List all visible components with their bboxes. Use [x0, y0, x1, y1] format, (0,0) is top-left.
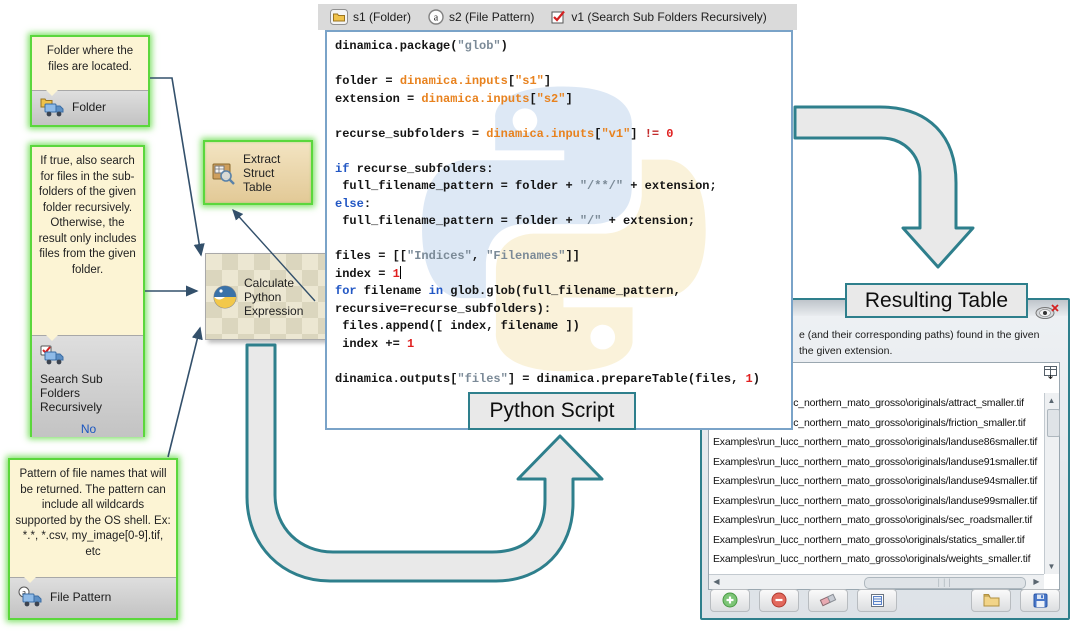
scroll-left-icon[interactable]: ◀	[710, 575, 723, 588]
node-label: Calculate Python Expression	[244, 276, 323, 318]
table-row[interactable]: Examples\run_lucc_northern_mato_grosso\o…	[713, 453, 1042, 473]
table-description-line2: the given extension.	[799, 343, 1040, 359]
vertical-scroll-thumb[interactable]	[1047, 409, 1060, 437]
load-table-button[interactable]	[971, 589, 1011, 612]
remove-row-button[interactable]	[759, 589, 799, 612]
table-row[interactable]: Examples\run_lucc_northern_mato_grosso\o…	[713, 492, 1042, 512]
callout-text: Resulting Table	[865, 289, 1008, 313]
table-toolbar	[710, 588, 1060, 612]
editor-tab-bar: s1 (Folder) a s2 (File Pattern) v1 (Sear…	[318, 4, 797, 30]
folder-icon	[330, 9, 348, 25]
tutorial-figure: Folder where the files are located. Fold…	[0, 0, 1077, 631]
tab-s2-file-pattern[interactable]: a s2 (File Pattern)	[428, 9, 534, 25]
table-description-line1: e (and their corresponding paths) found …	[799, 327, 1040, 343]
horizontal-scrollbar[interactable]: ◀ │││ ▶	[709, 574, 1044, 589]
scroll-right-icon[interactable]: ▶	[1030, 575, 1043, 588]
node-label: Search Sub Folders Recursively	[40, 372, 108, 414]
table-description: e (and their corresponding paths) found …	[799, 327, 1040, 359]
tab-label: v1 (Search Sub Folders Recursively)	[571, 10, 766, 24]
table-row[interactable]: Examples\run_lucc_northern_mato_grosso\o…	[713, 433, 1042, 453]
add-icon	[722, 592, 738, 608]
extract-table-icon	[211, 161, 237, 185]
tab-s1-folder[interactable]: s1 (Folder)	[330, 9, 411, 25]
save-icon	[1033, 593, 1048, 608]
connector-pattern-to-calc	[168, 328, 200, 457]
python-ball-icon	[212, 284, 238, 310]
node-label: Extract Struct Table	[243, 152, 305, 194]
view-icon	[870, 593, 885, 608]
hide-eye-button[interactable]	[1034, 304, 1060, 320]
arrow-code-to-table	[795, 107, 973, 267]
letter-a-icon: a	[428, 9, 444, 25]
node-calculate-python-expression[interactable]: Calculate Python Expression	[205, 253, 330, 340]
view-table-button[interactable]	[857, 589, 897, 612]
save-table-button[interactable]	[1020, 589, 1060, 612]
remove-icon	[771, 592, 787, 608]
vertical-scrollbar[interactable]: ▲ ▼	[1044, 393, 1059, 574]
node-extract-struct-table[interactable]: Extract Struct Table	[203, 140, 313, 205]
file-pattern-tooltip: Pattern of file names that will be retur…	[10, 460, 176, 577]
folder-tooltip: Folder where the files are located.	[32, 37, 148, 90]
callout-text: Python Script	[490, 399, 615, 423]
tab-v1-search-sub-folders[interactable]: v1 (Search Sub Folders Recursively)	[551, 10, 766, 25]
node-label: File Pattern	[50, 590, 111, 604]
resulting-table-callout: Resulting Table	[845, 283, 1028, 318]
code-block[interactable]: dinamica.package("glob") folder = dinami…	[335, 38, 760, 388]
tab-label: s1 (Folder)	[353, 10, 411, 24]
table-row[interactable]: Examples\run_lucc_northern_mato_grosso\o…	[713, 472, 1042, 492]
svg-text:a: a	[434, 13, 439, 24]
folder-truck-icon	[40, 96, 66, 118]
clear-button[interactable]	[808, 589, 848, 612]
search-tooltip: If true, also search for files in the su…	[32, 147, 143, 335]
table-row[interactable]: Examples\run_lucc_northern_mato_grosso\o…	[713, 550, 1042, 570]
python-editor-window[interactable]: dinamica.package("glob") folder = dinami…	[325, 30, 793, 430]
python-script-callout: Python Script	[468, 392, 636, 430]
scroll-down-icon[interactable]: ▼	[1045, 560, 1058, 573]
node-folder[interactable]: Folder where the files are located. Fold…	[30, 35, 150, 127]
folder-icon	[983, 593, 1000, 607]
search-truck-icon	[40, 344, 66, 366]
file-pattern-truck-icon: a	[18, 586, 44, 608]
node-search-sub-folders[interactable]: If true, also search for files in the su…	[30, 145, 145, 437]
node-file-pattern[interactable]: Pattern of file names that will be retur…	[8, 458, 178, 620]
tab-label: s2 (File Pattern)	[449, 10, 534, 24]
node-value: No	[40, 422, 137, 436]
checkbox-icon	[551, 10, 566, 25]
table-row[interactable]: Examples\run_lucc_northern_mato_grosso\o…	[713, 511, 1042, 531]
eraser-icon	[819, 593, 837, 607]
table-row[interactable]: Examples\run_lucc_northern_mato_grosso\o…	[713, 531, 1042, 551]
node-label: Folder	[72, 100, 106, 114]
add-row-button[interactable]	[710, 589, 750, 612]
scroll-up-icon[interactable]: ▲	[1045, 394, 1058, 407]
insert-table-icon[interactable]	[1043, 366, 1058, 392]
connector-folder-to-calc	[150, 78, 201, 255]
